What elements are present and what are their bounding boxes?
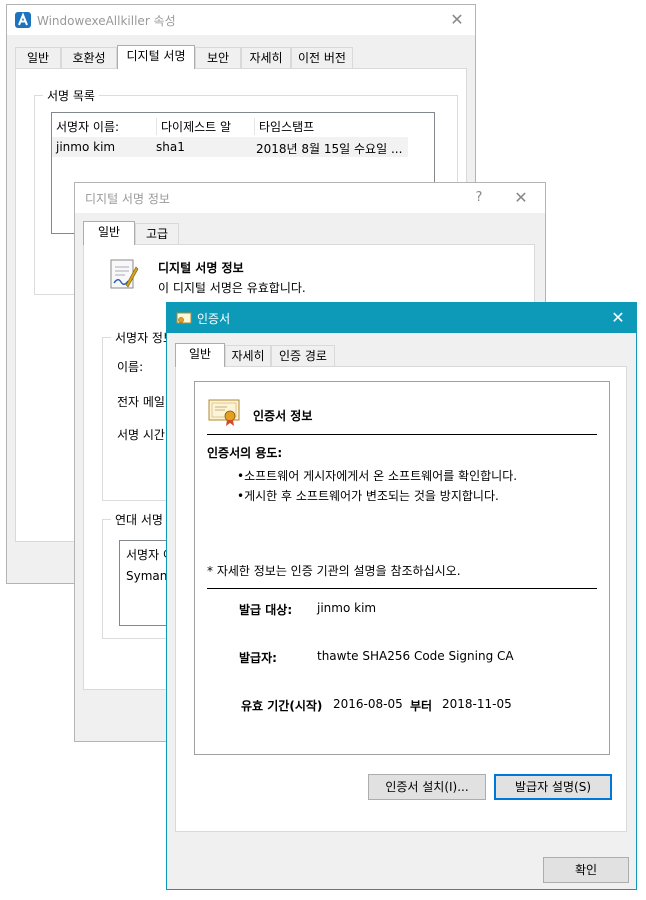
purpose-title: 인증서의 용도: — [207, 446, 283, 460]
tab-security[interactable]: 보안 — [195, 47, 241, 69]
purpose-item: •게시한 후 소프트웨어가 변조되는 것을 방지합니다. — [237, 489, 499, 503]
tab-compatibility[interactable]: 호환성 — [61, 47, 117, 69]
certificate-icon — [207, 397, 241, 427]
app-icon — [15, 12, 31, 28]
issued-by-value: thawte SHA256 Code Signing CA — [317, 649, 514, 663]
valid-to-value: 2018-11-05 — [442, 697, 512, 711]
countersignature-label: 연대 서명 — [111, 511, 167, 528]
signature-heading: 디지털 서명 정보 — [158, 261, 244, 275]
certificate-heading: 인증서 정보 — [253, 409, 313, 423]
valid-from-label: 유효 기간(시작) — [241, 699, 323, 713]
column-timestamp[interactable]: 타임스탬프 — [254, 118, 314, 135]
tab-general[interactable]: 일반 — [175, 343, 225, 367]
valid-from-value: 2016-08-05 — [333, 697, 403, 711]
certificate-tab-panel: 인증서 정보 인증서의 용도: •소프트웨어 게시자에게서 온 소프트웨어를 확… — [175, 366, 627, 832]
signature-list-label: 서명 목록 — [43, 87, 99, 104]
signature-status: 이 디지털 서명은 유효합니다. — [158, 281, 306, 295]
window-title: 인증서 — [197, 312, 231, 326]
signature-details-tabstrip: 일반 고급 — [83, 221, 283, 245]
signed-document-icon — [108, 257, 140, 291]
close-icon[interactable]: ✕ — [439, 5, 475, 35]
heading-divider — [207, 434, 597, 435]
tab-previous-versions[interactable]: 이전 버전 — [291, 47, 353, 69]
certificate-window-icon — [176, 311, 192, 325]
properties-tabstrip: 일반 호환성 디지털 서명 보안 자세히 이전 버전 — [15, 45, 475, 69]
listview-header: 서명자 이름: 다이제스트 알 타임스탬프 — [52, 113, 434, 137]
column-signer-name[interactable]: 서명자 이름: — [56, 118, 119, 135]
issuer-statement-button[interactable]: 발급자 설명(S) — [494, 774, 612, 800]
issued-by-label: 발급자: — [239, 651, 277, 665]
signature-details-titlebar[interactable]: 디지털 서명 정보 ? ✕ — [75, 183, 545, 213]
column-digest-algorithm[interactable]: 다이제스트 알 — [156, 118, 231, 135]
row-digest: sha1 — [156, 140, 185, 154]
issued-to-value: jinmo kim — [317, 601, 377, 615]
tab-digital-signature[interactable]: 디지털 서명 — [117, 45, 195, 69]
certificate-info-box: 인증서 정보 인증서의 용도: •소프트웨어 게시자에게서 온 소프트웨어를 확… — [194, 381, 610, 755]
row-signer-name: jinmo kim — [56, 140, 116, 154]
tab-advanced[interactable]: 고급 — [135, 223, 179, 245]
certificate-window: 인증서 ✕ 일반 자세히 인증 경로 인증서 정보 인증서의 용도: •소프트웨… — [166, 302, 637, 890]
certificate-tabstrip: 일반 자세히 인증 경로 — [175, 343, 475, 367]
install-certificate-button[interactable]: 인증서 설치(I)... — [368, 774, 486, 800]
issued-to-label: 발급 대상: — [239, 603, 293, 617]
purpose-item: •소프트웨어 게시자에게서 온 소프트웨어를 확인합니다. — [237, 469, 518, 483]
window-title: WindowexeAllkiller 속성 — [37, 14, 176, 28]
tab-details[interactable]: 자세히 — [241, 47, 291, 69]
note-divider — [207, 588, 597, 589]
tab-details[interactable]: 자세히 — [225, 345, 271, 367]
signer-name-label: 이름: — [117, 360, 144, 374]
tab-general[interactable]: 일반 — [15, 47, 61, 69]
properties-titlebar[interactable]: WindowexeAllkiller 속성 ✕ — [7, 5, 475, 35]
reference-note: * 자세한 정보는 인증 기관의 설명을 참조하십시오. — [207, 564, 461, 578]
certificate-titlebar[interactable]: 인증서 ✕ — [167, 303, 636, 333]
signer-email-label: 전자 메일: — [117, 395, 170, 409]
tab-general[interactable]: 일반 — [83, 221, 135, 245]
close-icon[interactable]: ✕ — [503, 183, 539, 213]
help-icon[interactable]: ? — [461, 183, 497, 213]
close-icon[interactable]: ✕ — [600, 303, 636, 333]
signature-row[interactable]: jinmo kim sha1 2018년 8월 15일 수요일 ... — [52, 137, 408, 157]
window-title: 디지털 서명 정보 — [85, 192, 170, 206]
row-timestamp: 2018년 8월 15일 수요일 ... — [256, 142, 403, 156]
valid-to-label: 부터 — [410, 699, 433, 713]
ok-button[interactable]: 확인 — [543, 857, 629, 883]
signing-time-label: 서명 시간: — [117, 428, 170, 442]
tab-certification-path[interactable]: 인증 경로 — [271, 345, 335, 367]
